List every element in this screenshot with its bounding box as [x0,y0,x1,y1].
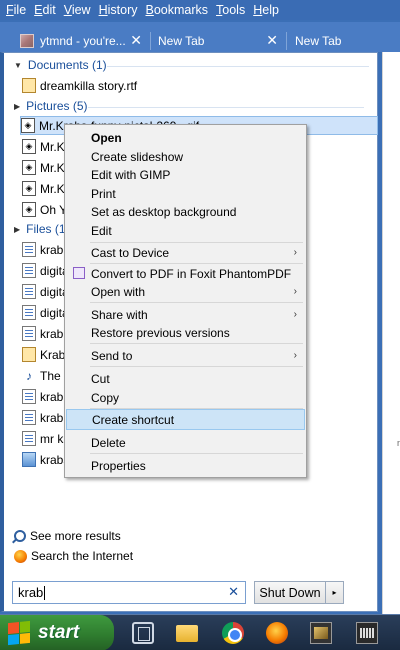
picture-file-icon [22,452,36,467]
task-view-icon[interactable] [132,622,154,644]
shutdown-options-arrow-icon[interactable]: ▸ [325,582,343,603]
submenu-arrow-icon: › [293,309,297,320]
windows-logo-icon [8,620,30,646]
chrome-icon[interactable] [222,622,244,644]
document-file-icon [22,242,36,257]
tab-title: New Tab [295,34,342,48]
start-button[interactable]: start [0,615,114,650]
audio-app-icon[interactable] [356,622,378,644]
section-divider [87,107,364,108]
menu-view[interactable]: View [60,3,95,17]
tab-separator [286,32,287,50]
image-file-icon: ◈ [21,118,35,133]
firefox-menubar: File Edit View History Bookmarks Tools H… [0,0,400,20]
pdf-icon [73,267,85,279]
menu-item-restore-previous-versions[interactable]: Restore previous versions [66,322,305,343]
clear-search-icon[interactable]: ✕ [228,584,239,600]
submenu-arrow-icon: › [293,247,297,258]
submenu-arrow-icon: › [293,350,297,361]
menu-tools[interactable]: Tools [212,3,249,17]
menu-item-properties[interactable]: Properties [66,455,305,476]
folder-icon[interactable] [176,625,198,642]
firefox-icon[interactable] [266,622,288,644]
expand-triangle-icon: ▶ [14,101,21,111]
document-file-icon [22,326,36,341]
rtf-file-icon [22,78,36,93]
menu-file[interactable]: File [2,3,30,17]
image-file-icon: ◈ [22,202,36,217]
menu-item-set-desktop-background[interactable]: Set as desktop background [66,201,305,222]
section-header-documents[interactable]: ▼ Documents (1) [14,58,369,72]
firefox-icon [14,549,27,563]
tab-title: ytmnd - you're... [40,34,126,48]
section-header-pictures[interactable]: ▶ Pictures (5) [14,99,364,113]
search-internet-link[interactable]: Search the Internet [14,549,133,563]
tab-separator [150,32,151,50]
menu-item-open[interactable]: Open [66,127,305,148]
start-search-input[interactable]: krab ✕ [12,581,246,604]
menu-item-send-to[interactable]: Send to › [66,345,305,366]
shutdown-button[interactable]: Shut Down ▸ [254,581,344,604]
document-file-icon [22,410,36,425]
menu-item-open-with[interactable]: Open with › [66,281,305,302]
menu-bookmarks[interactable]: Bookmarks [142,3,213,17]
list-item[interactable]: dreamkilla story.rtf [22,76,377,95]
menu-item-edit[interactable]: Edit [66,220,305,241]
image-file-icon: ◈ [22,160,36,175]
menu-separator [90,366,303,367]
menu-separator [90,343,303,344]
document-file-icon [22,431,36,446]
document-file-icon [22,389,36,404]
search-icon [14,530,26,542]
menu-item-delete[interactable]: Delete [66,432,305,453]
background-window-edge: n [382,52,400,614]
music-file-icon: ♪ [26,368,32,383]
app-icon[interactable] [310,622,332,644]
submenu-arrow-icon: › [293,286,297,297]
menu-separator [90,302,303,303]
menu-item-create-shortcut[interactable]: Create shortcut [66,409,305,430]
favicon-icon [20,34,34,48]
image-file-icon: ◈ [22,139,36,154]
image-file-icon: ◈ [22,181,36,196]
menu-history[interactable]: History [95,3,142,17]
tab-title: New Tab [158,34,205,48]
document-file-icon [22,347,36,362]
expand-triangle-icon: ▶ [14,224,21,234]
menu-item-edit-with-gimp[interactable]: Edit with GIMP [66,164,305,185]
menu-item-cast-to-device[interactable]: Cast to Device › [66,242,305,263]
document-file-icon [22,263,36,278]
tab-new-2[interactable]: New Tab [295,30,395,52]
menu-edit[interactable]: Edit [30,3,60,17]
menu-separator [90,453,303,454]
context-menu: Open Create slideshow Edit with GIMP Pri… [64,124,307,478]
tab-new-1[interactable]: New Tab ✕ [158,30,282,52]
menu-item-cut[interactable]: Cut [66,368,305,389]
document-file-icon [22,305,36,320]
document-file-icon [22,284,36,299]
tab-strip: ytmnd - you're... ✕ New Tab ✕ New Tab [0,22,400,52]
menu-item-copy[interactable]: Copy [66,387,305,408]
menu-help[interactable]: Help [249,3,283,17]
tab-ytmnd[interactable]: ytmnd - you're... ✕ [20,30,146,52]
text-caret [44,585,46,600]
see-more-results-link[interactable]: See more results [14,529,121,543]
close-tab-icon[interactable]: ✕ [266,32,278,49]
close-tab-icon[interactable]: ✕ [130,32,142,49]
section-divider [106,66,369,67]
taskbar: start [0,614,400,650]
expand-triangle-icon: ▼ [14,60,22,70]
